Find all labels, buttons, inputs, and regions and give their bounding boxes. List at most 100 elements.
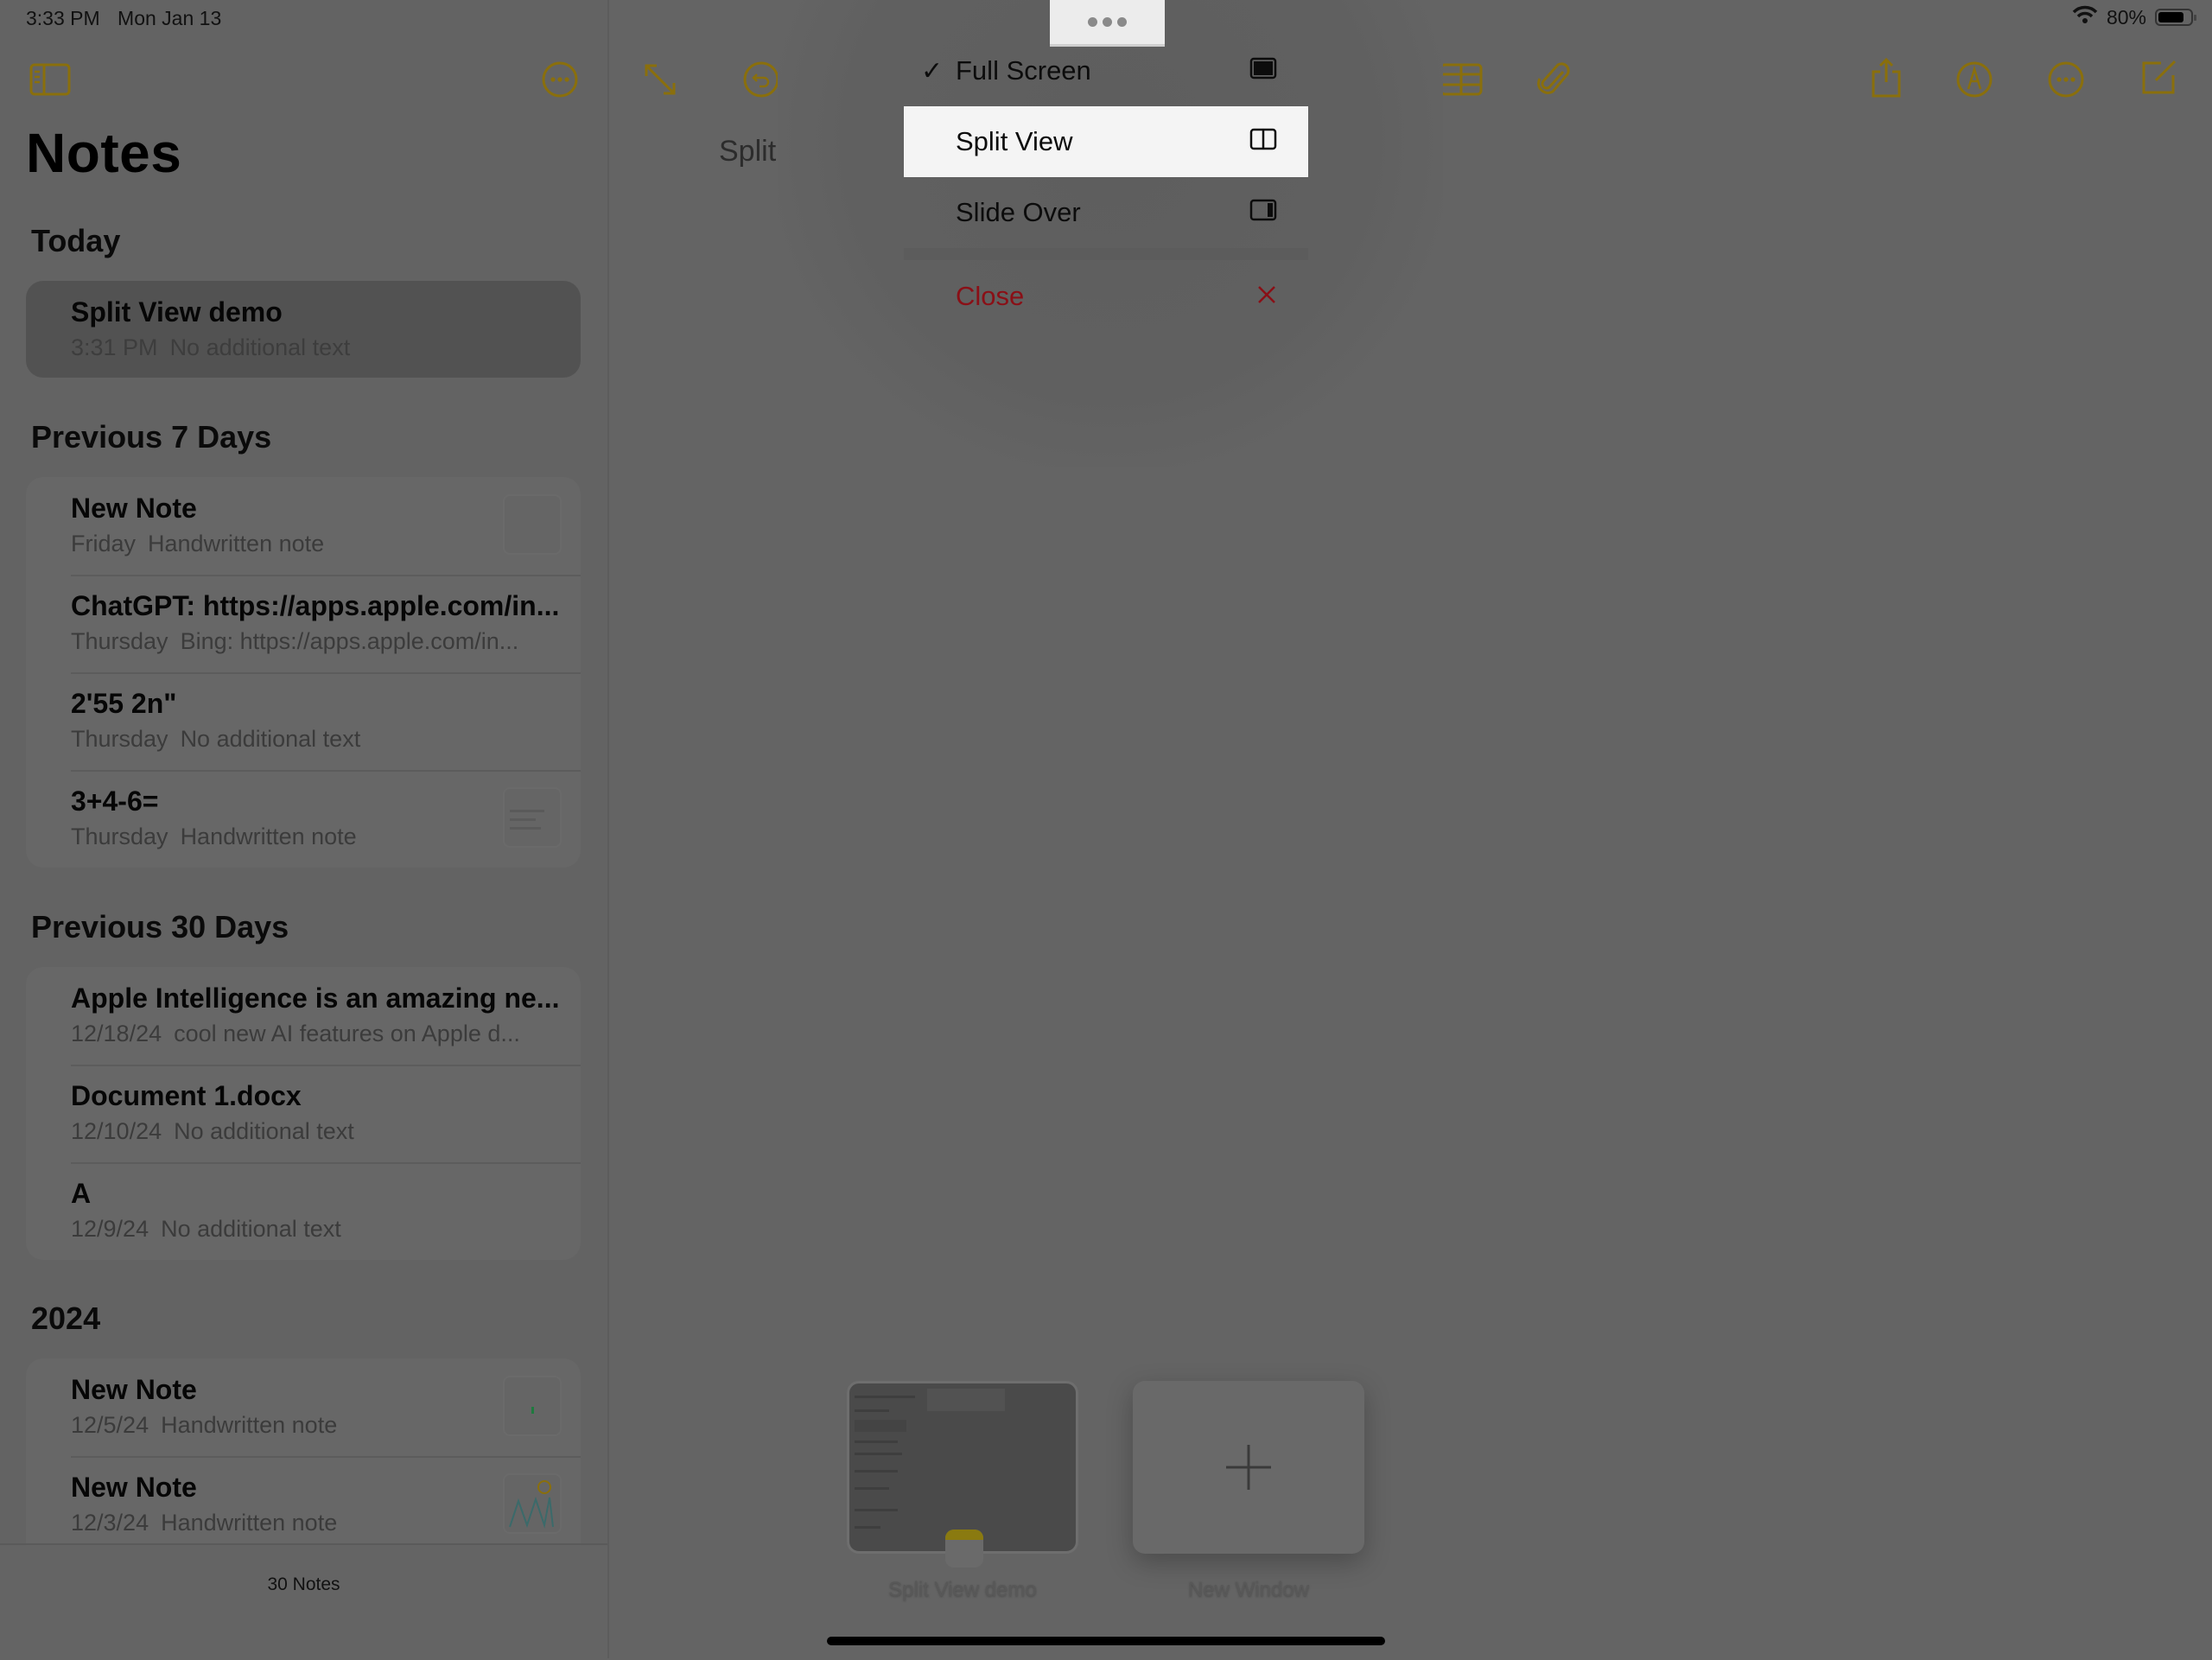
status-date: Mon Jan 13 [118,7,222,29]
note-title: Apple Intelligence is an amazing ne... [71,983,560,1014]
note-thumbnail [503,494,562,555]
note-list-item[interactable]: Split View demo 3:31 PM No additional tex… [26,281,581,378]
menu-item-label: Close [956,281,1025,311]
full-screen-icon [1249,55,1277,86]
sidebar-footer [0,1543,607,1660]
note-group-previous-7-days: New Note Friday Handwritten note ChatGPT:… [26,477,581,868]
expand-button[interactable] [638,57,683,102]
note-date: 12/3/24 [71,1510,149,1536]
note-preview: No additional text [174,1118,354,1144]
compose-icon [2142,60,2177,94]
page-title: Notes [26,122,182,184]
compose-button[interactable] [2136,55,2181,100]
notes-app-icon [945,1530,983,1568]
note-preview: Handwritten note [148,531,325,557]
note-title: 3+4-6= [71,785,159,817]
note-list-item[interactable]: Document 1.docx 12/10/24 No additional te… [26,1065,581,1162]
note-preview: No additional text [169,334,351,360]
note-title: Split View demo [71,296,283,328]
markup-button[interactable] [1952,57,1997,102]
share-icon [1872,57,1901,98]
window-label: New Window [1187,1578,1310,1601]
note-date: 12/10/24 [71,1118,162,1144]
note-title: New Note [71,1472,197,1503]
expand-icon [645,64,676,95]
home-indicator[interactable] [827,1637,1385,1645]
menu-item-label: Full Screen [956,55,1091,86]
menu-item-full-screen[interactable]: ✓ Full Screen [904,35,1308,106]
slide-over-icon [1249,197,1277,228]
note-date: Thursday [71,628,168,654]
split-view-icon [1249,126,1277,157]
note-thumbnail [503,1473,562,1534]
checkmark-icon: ✓ [921,56,944,86]
sidebar-more-button[interactable] [537,57,582,102]
note-group-2024: New Note 12/5/24 Handwritten note New Not… [26,1358,581,1543]
section-header-2024: 2024 [31,1301,101,1336]
share-button[interactable] [1864,55,1909,100]
editor-more-button[interactable] [2044,57,2088,102]
dot-icon [1103,17,1112,27]
window-thumbnail-split-view-demo[interactable] [847,1381,1078,1554]
close-x-icon [1256,281,1277,312]
dot-icon [1088,17,1097,27]
table-button[interactable] [1439,57,1484,102]
menu-item-split-view[interactable]: Split View [904,106,1308,177]
note-thumbnail [503,1376,562,1436]
note-group-previous-30-days: Apple Intelligence is an amazing ne... 1… [26,967,581,1260]
note-list-item[interactable]: A 12/9/24 No additional text [26,1162,581,1260]
dot-icon [1117,17,1127,27]
sidebar-icon [29,63,71,96]
plus-icon [1226,1445,1271,1490]
note-preview: No additional text [161,1216,341,1242]
note-title: New Note [71,1374,197,1405]
note-preview: Handwritten note [161,1412,338,1438]
note-title: New Note [71,493,197,524]
note-list-item[interactable]: 2'55 2n" Thursday No additional text [26,672,581,770]
toggle-sidebar-button[interactable] [28,57,73,102]
note-date: 3:31 PM [71,334,158,360]
note-list-item[interactable]: Apple Intelligence is an amazing ne... 1… [26,967,581,1065]
note-preview: No additional text [180,726,361,752]
note-list-item[interactable]: New Note 12/5/24 Handwritten note [26,1358,581,1456]
menu-item-slide-over[interactable]: Slide Over [904,177,1308,248]
note-title: 2'55 2n" [71,688,177,719]
note-thumbnail [503,787,562,848]
status-time: 3:33 PM Mon Jan 13 [26,7,221,30]
note-date: Thursday [71,726,168,752]
note-date: 12/9/24 [71,1216,149,1242]
status-time-value: 3:33 PM [26,7,100,29]
section-header-previous-30-days: Previous 30 Days [31,909,289,944]
new-window-button[interactable] [1133,1381,1364,1554]
note-list-item[interactable]: ChatGPT: https://apps.apple.com/in... Th… [26,575,581,672]
note-title: A [71,1178,92,1209]
note-preview: Handwritten note [161,1510,338,1536]
markup-icon [1956,61,1993,98]
menu-item-label: Slide Over [956,197,1081,227]
note-date: Thursday [71,824,168,849]
attachment-button[interactable] [1532,57,1577,102]
table-icon [1440,63,1483,96]
window-label: Split View demo [888,1578,1037,1601]
menu-separator [904,248,1308,260]
note-title: ChatGPT: https://apps.apple.com/in... [71,590,560,621]
section-header-today: Today [31,223,121,258]
ellipsis-circle-icon [542,61,578,98]
note-preview: cool new AI features on Apple d... [174,1021,520,1046]
menu-item-close[interactable]: Close [904,260,1308,333]
note-list-item[interactable]: 3+4-6= Thursday Handwritten note [26,770,581,868]
note-title: Document 1.docx [71,1080,302,1111]
ellipsis-circle-icon [2048,61,2084,98]
section-header-previous-7-days: Previous 7 Days [31,419,272,455]
note-date: Friday [71,531,137,557]
notes-count: 30 Notes [267,1574,340,1594]
menu-item-label: Split View [956,126,1073,156]
note-list-item[interactable]: New Note Friday Handwritten note [26,477,581,575]
paperclip-icon [1537,62,1570,94]
multitasking-menu: ✓ Full Screen Split View Slide Over Clos… [904,35,1308,333]
undo-icon [743,61,779,98]
note-preview: Bing: https://apps.apple.com/in... [180,628,519,654]
note-date: 12/18/24 [71,1021,162,1046]
note-preview: Handwritten note [180,824,357,849]
note-list-item[interactable]: New Note 12/3/24 Handwritten note [26,1456,581,1543]
